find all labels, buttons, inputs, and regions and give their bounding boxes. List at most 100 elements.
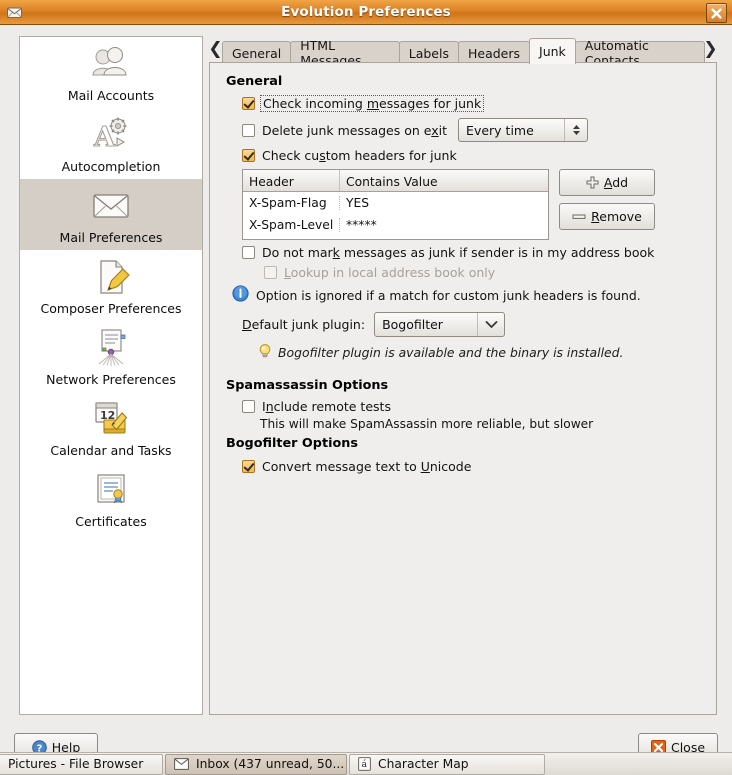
preferences-sidebar[interactable]: Mail Accounts A Autocompletion Mail Pref… — [19, 36, 203, 715]
default-junk-plugin-combobox[interactable]: Bogofilter — [374, 312, 506, 337]
delete-junk-frequency-spinner[interactable]: Every time — [458, 118, 589, 142]
tab-general[interactable]: General — [222, 41, 292, 64]
table-row[interactable]: X-Spam-Level ***** — [243, 214, 548, 236]
taskbar-item-label: Pictures - File Browser — [8, 757, 144, 771]
remove-header-button-label: Remove — [591, 209, 642, 224]
application-window: Evolution Preferences Mail Accounts A Au… — [0, 0, 732, 775]
tab-scroll-left-icon[interactable]: ❮ — [208, 36, 222, 64]
default-junk-plugin-value: Bogofilter — [382, 317, 443, 332]
window-titlebar: Evolution Preferences — [0, 0, 732, 25]
general-group-title: General — [226, 74, 283, 89]
sidebar-item-calendar-and-tasks[interactable]: 12 Calendar and Tasks — [20, 392, 202, 463]
plugin-availability-text: Bogofilter plugin is available and the b… — [278, 345, 624, 360]
cell-header-name: X-Spam-Level — [243, 218, 340, 232]
delete-junk-on-exit-checkbox[interactable] — [242, 123, 255, 137]
sidebar-item-label: Network Preferences — [46, 372, 176, 387]
cell-header-name: X-Spam-Flag — [243, 196, 340, 210]
custom-headers-area: Header Contains Value X-Spam-Flag YES X-… — [242, 169, 706, 240]
check-custom-headers-row[interactable]: Check custom headers for junk — [242, 148, 706, 163]
taskbar-item-character-map[interactable]: á Character Map — [349, 753, 545, 775]
users-icon — [88, 43, 134, 85]
envelope-icon — [174, 758, 189, 770]
do-not-mark-junk-label: Do not mark messages as junk if sender i… — [262, 245, 655, 260]
check-incoming-messages-row[interactable]: Check incoming messages for junk — [242, 95, 706, 112]
taskbar-item-pictures[interactable]: Pictures - File Browser — [0, 753, 163, 775]
lookup-local-address-book-checkbox — [264, 266, 277, 279]
table-header-row: Header Contains Value — [243, 170, 548, 192]
taskbar-item-label: Character Map — [378, 757, 469, 771]
taskbar-item-inbox[interactable]: Inbox (437 unread, 50... — [165, 753, 347, 775]
autocomplete-icon: A — [88, 114, 134, 156]
remove-header-button[interactable]: Remove — [559, 203, 655, 230]
tab-automatic-contacts[interactable]: Automatic Contacts — [574, 38, 705, 68]
sidebar-item-label: Mail Preferences — [59, 230, 163, 245]
charmap-icon: á — [358, 757, 371, 771]
junk-headers-info-note: Option is ignored if a match for custom … — [232, 285, 706, 305]
tab-junk[interactable]: Junk — [529, 38, 576, 64]
column-header-contains-value[interactable]: Contains Value — [340, 170, 548, 191]
convert-unicode-checkbox[interactable] — [242, 460, 255, 473]
cell-header-value: ***** — [346, 218, 377, 232]
include-remote-tests-checkbox[interactable] — [242, 400, 255, 413]
tab-html-messages[interactable]: HTML Messages — [290, 38, 400, 68]
calendar-pencil-icon: 12 — [88, 398, 134, 440]
lookup-local-address-book-row: Lookup in local address book only — [264, 265, 706, 280]
taskbar-item-label: Inbox (437 unread, 50... — [196, 757, 345, 771]
bogofilter-group-title: Bogofilter Options — [226, 436, 358, 451]
junk-tab-panel: General Check incoming messages for junk… — [209, 62, 717, 715]
close-icon — [711, 7, 722, 19]
do-not-mark-junk-checkbox[interactable] — [242, 246, 255, 259]
info-icon — [232, 285, 249, 305]
junk-headers-info-text: Option is ignored if a match for custom … — [256, 287, 641, 303]
add-header-button-label: Add — [603, 175, 629, 190]
sidebar-item-label: Certificates — [75, 514, 147, 529]
cell-header-value: YES — [346, 196, 370, 210]
sidebar-item-autocompletion[interactable]: A Autocompletion — [20, 108, 202, 179]
tab-labels[interactable]: Labels — [398, 41, 459, 64]
network-document-icon — [88, 327, 134, 369]
check-custom-headers-label: Check custom headers for junk — [262, 148, 457, 163]
tab-headers[interactable]: Headers — [457, 41, 531, 64]
spinner-arrows-icon[interactable] — [564, 119, 587, 141]
minus-icon — [572, 210, 586, 223]
check-custom-headers-checkbox[interactable] — [242, 149, 255, 162]
include-remote-tests-row[interactable]: Include remote tests — [242, 399, 706, 414]
tab-strip: ❮ General HTML Messages Labels Headers J… — [208, 36, 718, 68]
convert-unicode-row[interactable]: Convert message text to Unicode — [242, 459, 706, 474]
plus-icon — [586, 176, 599, 189]
column-header-header[interactable]: Header — [243, 170, 340, 191]
sidebar-item-composer-preferences[interactable]: Composer Preferences — [20, 250, 202, 321]
table-buttons: Add Remove — [559, 169, 655, 237]
tab-scroll-right-icon[interactable]: ❯ — [703, 36, 717, 64]
sidebar-item-mail-accounts[interactable]: Mail Accounts — [20, 37, 202, 108]
chevron-down-icon[interactable] — [477, 313, 504, 336]
sidebar-item-label: Mail Accounts — [67, 88, 155, 103]
sidebar-item-mail-preferences[interactable]: Mail Preferences — [20, 179, 202, 250]
custom-headers-table[interactable]: Header Contains Value X-Spam-Flag YES X-… — [242, 169, 549, 240]
svg-text:á: á — [362, 759, 368, 770]
check-incoming-messages-checkbox[interactable] — [242, 97, 255, 110]
sidebar-item-certificates[interactable]: Certificates — [20, 463, 202, 534]
window-close-button[interactable] — [706, 3, 727, 23]
convert-unicode-label: Convert message text to Unicode — [262, 459, 472, 474]
envelope-icon — [88, 185, 134, 227]
check-incoming-messages-label: Check incoming messages for junk — [260, 95, 485, 112]
remote-tests-note: This will make SpamAssassin more reliabl… — [260, 417, 594, 431]
table-row[interactable]: X-Spam-Flag YES — [243, 192, 548, 214]
sidebar-item-label: Composer Preferences — [40, 301, 182, 316]
delete-junk-on-exit-row[interactable]: Delete junk messages on exit Every time — [242, 118, 706, 142]
delete-junk-on-exit-label: Delete junk messages on exit — [262, 122, 448, 138]
window-title: Evolution Preferences — [281, 4, 451, 20]
spamassassin-group-title: Spamassassin Options — [226, 378, 389, 393]
sidebar-item-label: Calendar and Tasks — [50, 443, 172, 458]
default-junk-plugin-label: Default junk plugin: — [242, 317, 366, 332]
compose-pencil-icon — [88, 256, 134, 298]
add-header-button[interactable]: Add — [559, 169, 655, 196]
desktop-taskbar: Pictures - File Browser Inbox (437 unrea… — [0, 752, 732, 775]
lookup-local-address-book-label: Lookup in local address book only — [284, 265, 496, 280]
sidebar-item-network-preferences[interactable]: Network Preferences — [20, 321, 202, 392]
delete-junk-frequency-value: Every time — [466, 122, 534, 138]
do-not-mark-junk-row[interactable]: Do not mark messages as junk if sender i… — [242, 245, 706, 260]
sidebar-item-label: Autocompletion — [61, 159, 161, 174]
include-remote-tests-label: Include remote tests — [262, 399, 391, 414]
